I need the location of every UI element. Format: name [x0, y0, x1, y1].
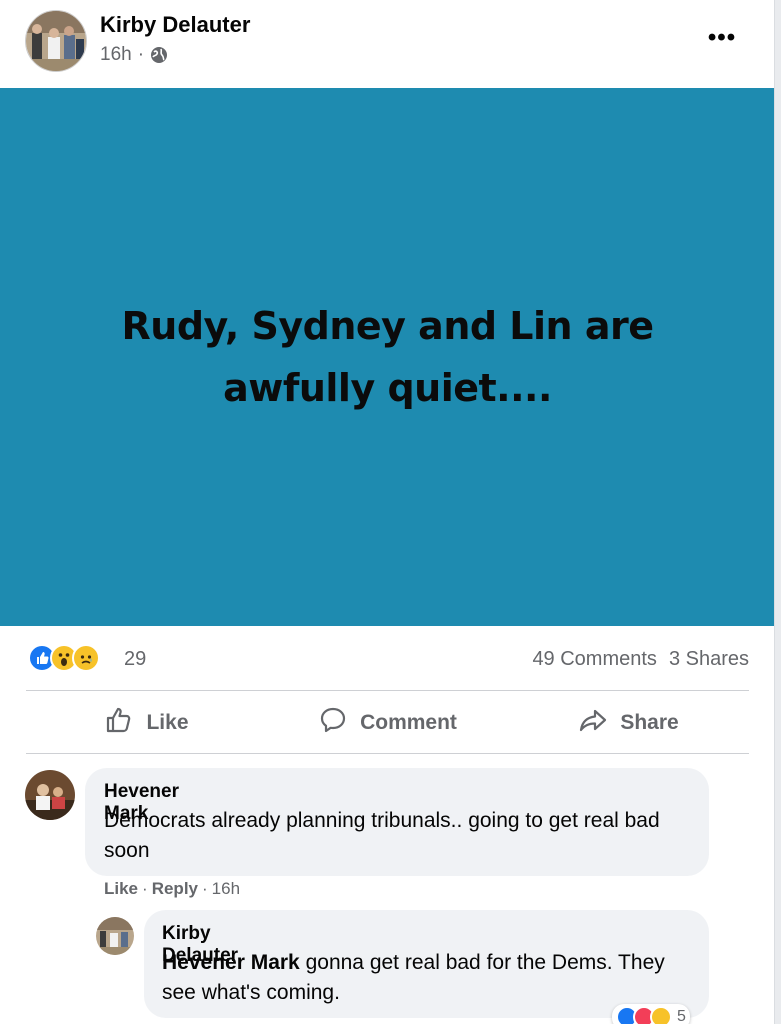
speech-bubble-icon — [318, 705, 348, 741]
sad-icon — [72, 644, 100, 672]
meta-separator: · — [137, 44, 145, 65]
more-icon: ••• — [707, 24, 737, 51]
thumbs-up-icon — [104, 705, 134, 741]
post-image-text: Rudy, Sydney and Lin are awfully quiet..… — [121, 304, 654, 410]
care-icon — [650, 1006, 672, 1024]
like-button[interactable]: Like — [26, 692, 267, 754]
comment-text: Democrats already planning tribunals.. g… — [104, 809, 660, 862]
reaction-count[interactable]: 29 — [124, 648, 146, 671]
comment-label: Comment — [360, 711, 457, 734]
author-avatar[interactable] — [25, 10, 87, 72]
separator: · — [142, 879, 148, 898]
share-button[interactable]: Share — [508, 692, 749, 754]
reply-reactions[interactable]: 5 — [612, 1004, 690, 1024]
reply-reaction-count: 5 — [677, 1008, 686, 1024]
post-image[interactable]: Rudy, Sydney and Lin are awfully quiet..… — [0, 88, 774, 626]
comment-actions: Like · Reply · 16h — [104, 879, 240, 899]
post-card: Kirby Delauter 16h · ••• Rudy, Sydney an… — [0, 0, 775, 1024]
post-time[interactable]: 16h — [100, 44, 132, 66]
divider-bottom — [26, 753, 749, 754]
author-name[interactable]: Kirby Delauter — [100, 12, 250, 38]
comment-time[interactable]: 16h — [212, 879, 240, 899]
action-bar: Like Comment Share — [26, 692, 749, 754]
reply-author-avatar[interactable] — [96, 917, 134, 955]
reply-text: Hevener Mark gonna get real bad for the … — [162, 948, 692, 1008]
post-header: Kirby Delauter 16h · ••• — [0, 0, 774, 88]
mention-link[interactable]: Hevener Mark — [162, 951, 300, 974]
share-arrow-icon — [578, 705, 608, 741]
like-label: Like — [146, 711, 189, 734]
shares-count[interactable]: 3 Shares — [669, 648, 749, 671]
reactions-summary: 29 49 Comments 3 Shares — [0, 636, 774, 680]
comment-button[interactable]: Comment — [267, 692, 508, 754]
divider-top — [26, 690, 749, 691]
reaction-icons[interactable] — [28, 644, 100, 672]
more-options-button[interactable]: ••• — [700, 24, 744, 52]
separator: · — [202, 879, 208, 898]
share-label: Share — [620, 711, 679, 734]
comment-like-button[interactable]: Like — [104, 879, 138, 899]
commenter-avatar[interactable] — [25, 770, 75, 820]
engagement-stats: 49 Comments 3 Shares — [532, 648, 749, 671]
post-meta: 16h · — [100, 44, 168, 66]
globe-icon — [150, 46, 168, 64]
comments-count[interactable]: 49 Comments — [532, 648, 657, 671]
comment-reply-button[interactable]: Reply — [152, 879, 198, 899]
